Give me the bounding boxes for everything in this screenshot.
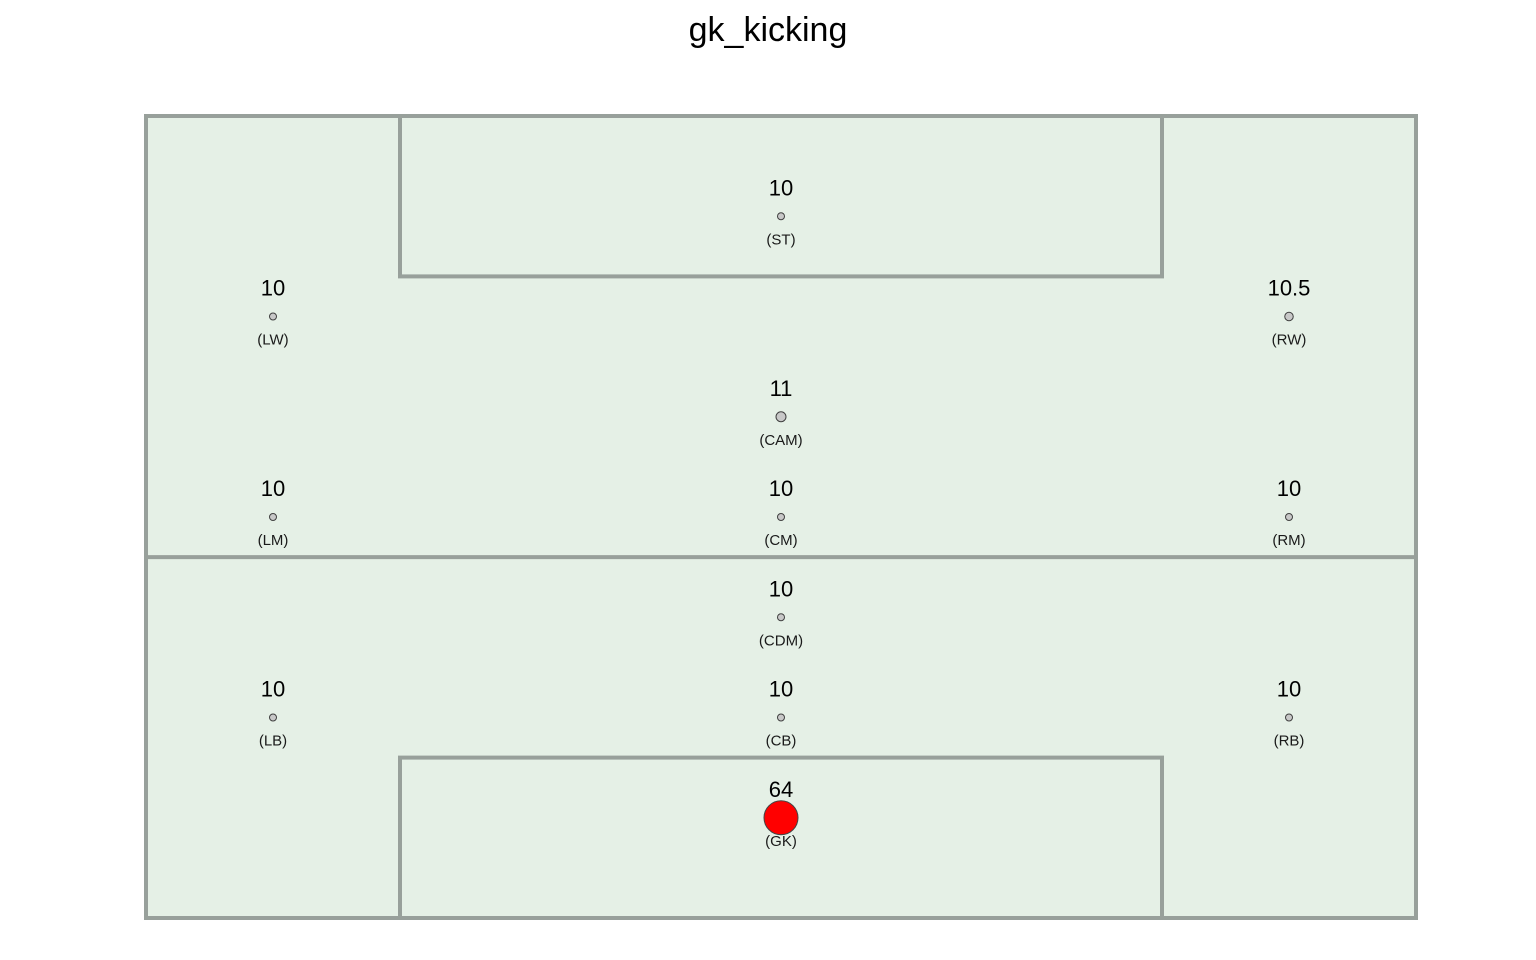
value-label-cb: 10	[769, 677, 793, 702]
position-label-lw: (LW)	[257, 332, 288, 349]
point-gk	[763, 800, 799, 836]
pitch-chart: 10 (ST) 10 (LW) 10.5 (RW) 11 (CAM) 10 (LM) 10 (CM) 1…	[144, 114, 1418, 920]
position-label-cam: (CAM)	[759, 432, 802, 449]
point-cb	[777, 713, 785, 722]
position-label-cb: (CB)	[766, 733, 797, 750]
point-lm	[269, 513, 277, 521]
position-label-rw: (RW)	[1272, 332, 1307, 349]
point-cam	[775, 411, 787, 423]
value-label-lm: 10	[261, 476, 285, 501]
position-label-lb: (LB)	[259, 733, 287, 750]
point-rm	[1285, 513, 1293, 521]
value-label-rb: 10	[1277, 677, 1301, 702]
position-label-rm: (RM)	[1272, 532, 1305, 549]
value-label-cdm: 10	[769, 576, 793, 601]
point-cdm	[777, 613, 785, 622]
player-gk: 64 (GK)	[763, 777, 799, 850]
position-label-lm: (LM)	[258, 532, 289, 549]
value-label-rm: 10	[1277, 476, 1301, 501]
value-label-cm: 10	[769, 476, 793, 501]
position-label-st: (ST)	[766, 231, 795, 248]
point-lb	[269, 713, 277, 722]
point-st	[777, 212, 785, 221]
value-label-cam: 11	[770, 376, 793, 401]
point-lw	[269, 312, 277, 321]
value-label-gk: 64	[769, 777, 793, 802]
position-label-gk: (GK)	[765, 833, 797, 850]
position-label-rb: (RB)	[1274, 733, 1305, 750]
point-cm	[777, 513, 785, 521]
point-rb	[1285, 713, 1293, 722]
position-label-cdm: (CDM)	[759, 632, 803, 649]
point-rw	[1284, 311, 1294, 322]
value-label-st: 10	[769, 175, 793, 200]
value-label-lb: 10	[261, 677, 285, 702]
position-label-cm: (CM)	[764, 532, 797, 549]
value-label-rw: 10.5	[1268, 276, 1311, 301]
value-label-lw: 10	[261, 276, 285, 301]
